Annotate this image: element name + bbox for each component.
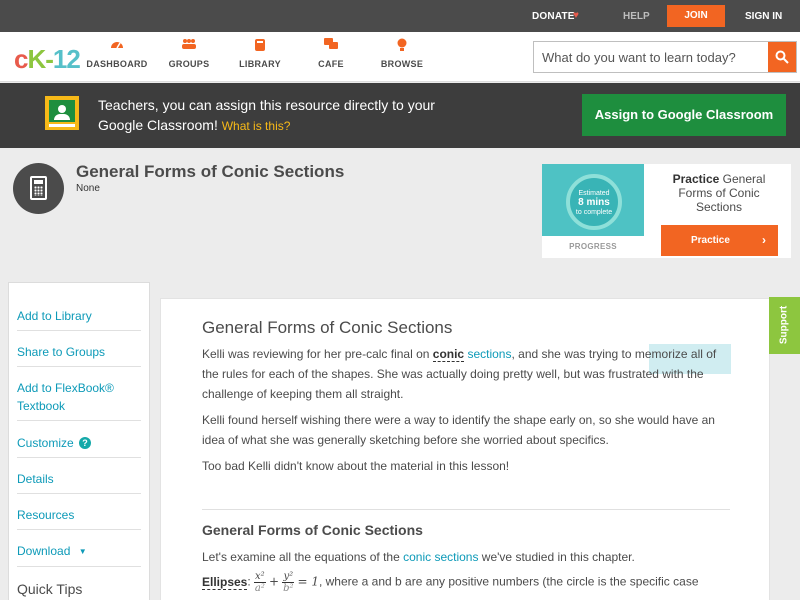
page-title: General Forms of Conic Sections bbox=[76, 162, 345, 181]
lesson-title: General Forms of Conic Sections bbox=[202, 318, 453, 337]
sidebar-item-share-to-groups[interactable]: Share to Groups bbox=[17, 343, 141, 367]
page-subtitle: None bbox=[76, 183, 100, 194]
donate-link[interactable]: DONATE bbox=[532, 11, 575, 22]
what-is-this-link[interactable]: What is this? bbox=[222, 119, 291, 133]
calculator-icon bbox=[13, 163, 64, 214]
nav-cafe[interactable]: CAFE bbox=[296, 38, 366, 69]
ellipse-equation-line: Ellipses: x² a² + y² b² = 1, where a and b… bbox=[202, 571, 699, 594]
help-icon[interactable]: ? bbox=[79, 437, 92, 449]
search-icon bbox=[775, 50, 789, 64]
dashboard-icon bbox=[82, 38, 152, 54]
library-icon bbox=[225, 38, 295, 54]
sidebar-item-add-to-flexbook[interactable]: Add to FlexBook® Textbook bbox=[17, 379, 141, 421]
chevron-right-icon: › bbox=[762, 233, 766, 247]
sidebar-item-resources[interactable]: Resources bbox=[17, 506, 141, 530]
progress-label: PROGRESS bbox=[569, 242, 617, 251]
lesson-paragraph-2: Kelli found herself wishing there were a… bbox=[202, 413, 715, 447]
conic-sections-link[interactable]: conic sections bbox=[403, 550, 478, 564]
section-heading: General Forms of Conic Sections bbox=[202, 522, 423, 538]
assign-google-classroom-button[interactable]: Assign to Google Classroom bbox=[582, 94, 786, 136]
ellipses-term[interactable]: Ellipses bbox=[202, 574, 248, 590]
sign-in-link[interactable]: SIGN IN bbox=[745, 11, 782, 22]
main-nav: cK-12 DASHBOARD GROUPS LIBRARY CAFE BROW… bbox=[0, 32, 800, 82]
lesson-paragraph-1: Kelli was reviewing for her pre-calc fin… bbox=[202, 347, 717, 401]
browse-icon bbox=[367, 38, 437, 54]
search-input[interactable] bbox=[534, 42, 768, 72]
caret-down-icon: ▼ bbox=[78, 547, 87, 556]
search-button[interactable] bbox=[768, 42, 796, 72]
lesson-paragraph-4: Let's examine all the equations of the c… bbox=[202, 550, 635, 564]
banner-message: Teachers, you can assign this resource d… bbox=[98, 97, 435, 133]
lesson-paragraph-3: Too bad Kelli didn't know about the mate… bbox=[202, 459, 510, 473]
sidebar-item-download[interactable]: Download ▼ bbox=[17, 542, 141, 567]
nav-library[interactable]: LIBRARY bbox=[225, 38, 295, 69]
sidebar-item-add-to-library[interactable]: Add to Library bbox=[17, 307, 141, 331]
nav-groups[interactable]: GROUPS bbox=[154, 38, 224, 69]
x-squared-fraction: x² a² bbox=[254, 571, 266, 594]
lesson-content: General Forms of Conic Sections Kelli wa… bbox=[160, 298, 770, 600]
practice-button[interactable]: Practice › bbox=[661, 225, 778, 256]
help-link[interactable]: HELP bbox=[623, 11, 650, 22]
progress-graphic: Estimated 8 mins to complete bbox=[542, 164, 644, 236]
divider bbox=[202, 509, 730, 510]
join-button[interactable]: JOIN bbox=[667, 5, 725, 27]
sidebar-item-customize[interactable]: Customize ? bbox=[17, 434, 141, 458]
quick-tips-heading: Quick Tips bbox=[17, 581, 83, 597]
cafe-icon bbox=[296, 38, 366, 54]
google-classroom-icon bbox=[45, 96, 79, 130]
top-bar: DONATE ♥ HELP JOIN SIGN IN bbox=[0, 0, 800, 32]
nav-dashboard[interactable]: DASHBOARD bbox=[82, 38, 152, 69]
sidebar-item-details[interactable]: Details bbox=[17, 470, 141, 494]
sections-link[interactable]: sections bbox=[467, 347, 511, 361]
conic-term-link[interactable]: conic bbox=[432, 347, 465, 362]
action-sidebar: Add to Library Share to Groups Add to Fl… bbox=[8, 282, 150, 600]
y-squared-fraction: y² b² bbox=[282, 571, 295, 594]
google-classroom-banner: Teachers, you can assign this resource d… bbox=[0, 83, 800, 148]
progress-ring: Estimated 8 mins to complete bbox=[566, 174, 622, 230]
search-box bbox=[533, 41, 797, 73]
ck12-logo[interactable]: cK-12 bbox=[14, 44, 81, 75]
practice-title: Practice General Forms of Conic Sections bbox=[672, 172, 766, 214]
heart-icon: ♥ bbox=[573, 10, 579, 21]
practice-card: Estimated 8 mins to complete PROGRESS Pr… bbox=[542, 164, 791, 258]
support-tab[interactable]: Support bbox=[769, 297, 800, 354]
groups-icon bbox=[154, 38, 224, 54]
nav-browse[interactable]: BROWSE bbox=[367, 38, 437, 69]
